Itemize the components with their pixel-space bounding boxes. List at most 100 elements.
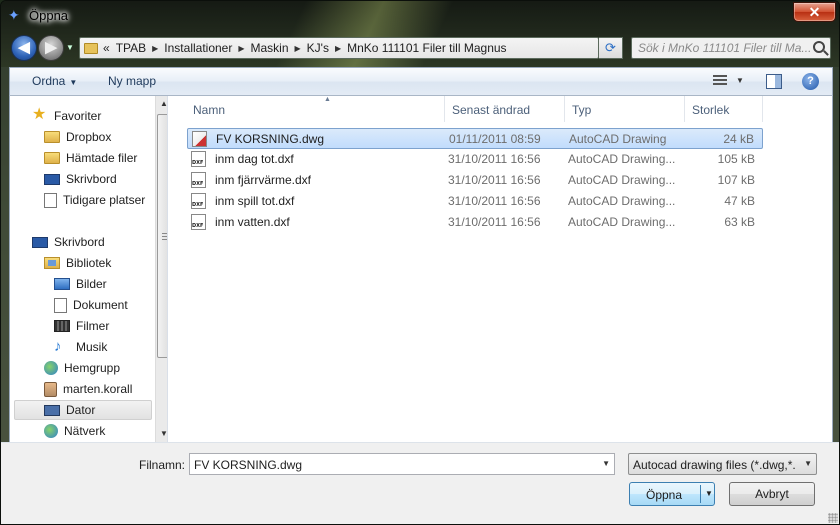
scroll-up-icon[interactable]: ▲ xyxy=(156,96,167,112)
column-header-modified[interactable]: Senast ändrad xyxy=(446,96,565,122)
navigation-pane: ★ Favoriter Dropbox Hämtade filer Skrivb… xyxy=(10,96,168,442)
column-header-size[interactable]: Storlek xyxy=(686,96,763,122)
videos-icon xyxy=(54,320,70,332)
nav-item-network[interactable]: Nätverk xyxy=(44,421,105,441)
resize-grip-icon[interactable] xyxy=(828,513,838,523)
file-type: AutoCAD Drawing... xyxy=(568,194,676,208)
nav-item-label: Favoriter xyxy=(54,109,102,123)
nav-item-label: Hemgrupp xyxy=(64,361,121,375)
file-type: AutoCAD Drawing... xyxy=(568,152,676,166)
nav-item-pictures[interactable]: Bilder xyxy=(54,274,107,294)
column-header-label: Namn xyxy=(193,103,226,117)
nav-item-label: Skrivbord xyxy=(54,235,105,249)
content-area: ★ Favoriter Dropbox Hämtade filer Skrivb… xyxy=(9,96,833,442)
open-button[interactable]: Öppna ▼ xyxy=(629,482,715,506)
nav-item-desktop-favorite[interactable]: Skrivbord xyxy=(44,169,117,189)
chevron-down-icon[interactable]: ▼ xyxy=(602,459,610,468)
file-row[interactable]: inm spill tot.dxf 31/10/2011 16:56 AutoC… xyxy=(187,191,763,212)
organize-button[interactable]: Ordna ▼ xyxy=(32,74,77,88)
nav-item-label: marten.korall xyxy=(63,382,133,396)
breadcrumb-overflow[interactable]: « xyxy=(103,41,110,55)
nav-item-label: Dropbox xyxy=(66,130,112,144)
nav-item-user[interactable]: marten.korall xyxy=(44,379,132,399)
grip-icon xyxy=(162,233,167,240)
navigation-scrollbar[interactable]: ▲ ▼ xyxy=(155,96,167,442)
computer-icon xyxy=(44,404,60,416)
new-folder-button[interactable]: Ny mapp xyxy=(108,74,156,88)
column-header-type[interactable]: Typ xyxy=(566,96,685,122)
file-row[interactable]: inm dag tot.dxf 31/10/2011 16:56 AutoCAD… xyxy=(187,149,763,170)
file-row[interactable]: inm fjärrvärme.dxf 31/10/2011 16:56 Auto… xyxy=(187,170,763,191)
app-icon: ✦ xyxy=(8,7,20,23)
file-modified: 01/11/2011 08:59 xyxy=(449,132,541,146)
chevron-right-icon[interactable]: ▶ xyxy=(238,44,244,53)
user-icon xyxy=(44,381,57,397)
dwg-file-icon xyxy=(192,131,207,147)
recent-pages-dropdown-icon[interactable]: ▼ xyxy=(66,43,74,52)
music-icon: ♪ xyxy=(54,338,62,355)
scrollbar-thumb[interactable] xyxy=(157,114,167,358)
breadcrumb-tpab[interactable]: TPAB xyxy=(116,41,146,55)
filename-input[interactable]: FV KORSNING.dwg ▼ xyxy=(189,453,615,475)
refresh-icon[interactable]: ⟳ xyxy=(599,37,623,59)
nav-item-desktop[interactable]: Skrivbord xyxy=(32,232,105,252)
chevron-right-icon[interactable]: ▶ xyxy=(152,44,158,53)
nav-item-downloads[interactable]: Hämtade filer xyxy=(44,148,137,168)
file-row[interactable]: inm vatten.dxf 31/10/2011 16:56 AutoCAD … xyxy=(187,212,763,233)
column-header-name[interactable]: Namn ▲ xyxy=(187,96,445,122)
desktop-icon xyxy=(32,236,48,248)
star-icon: ★ xyxy=(32,106,47,123)
breadcrumb-installationer[interactable]: Installationer xyxy=(164,41,232,55)
file-row[interactable]: FV KORSNING.dwg 01/11/2011 08:59 AutoCAD… xyxy=(187,128,763,149)
nav-item-label: Filmer xyxy=(76,319,110,333)
nav-item-label: Skrivbord xyxy=(66,172,117,186)
file-modified: 31/10/2011 16:56 xyxy=(448,152,541,166)
nav-item-label: Tidigare platser xyxy=(63,193,146,207)
open-options-dropdown-icon[interactable]: ▼ xyxy=(705,489,713,498)
file-size: 107 kB xyxy=(717,173,755,187)
nav-item-videos[interactable]: Filmer xyxy=(54,316,109,336)
breadcrumb-maskin[interactable]: Maskin xyxy=(251,41,289,55)
nav-item-recent-places[interactable]: Tidigare platser xyxy=(44,190,145,210)
close-button[interactable]: ✕ xyxy=(793,2,836,22)
file-size: 105 kB xyxy=(717,152,755,166)
nav-item-favorites[interactable]: ★ Favoriter xyxy=(32,106,101,126)
file-name: inm fjärrvärme.dxf xyxy=(215,173,312,187)
desktop-icon xyxy=(44,173,60,185)
nav-item-homegroup[interactable]: Hemgrupp xyxy=(44,358,120,378)
chevron-right-icon[interactable]: ▶ xyxy=(335,44,341,53)
file-type-filter-select[interactable]: Autocad drawing files (*.dwg,*. ▼ xyxy=(628,453,817,475)
chevron-down-icon: ▼ xyxy=(804,459,812,468)
pictures-icon xyxy=(54,278,70,290)
preview-pane-icon[interactable] xyxy=(766,74,782,89)
nav-item-libraries[interactable]: Bibliotek xyxy=(44,253,111,273)
cancel-button[interactable]: Avbryt xyxy=(729,482,815,506)
nav-item-music[interactable]: ♪ Musik xyxy=(54,337,107,357)
dxf-file-icon xyxy=(191,193,206,209)
forward-button[interactable]: ▶ xyxy=(38,35,64,61)
sort-ascending-icon: ▲ xyxy=(324,96,331,103)
title-bar[interactable]: ✦ Öppna ✕ xyxy=(1,1,839,31)
search-icon[interactable] xyxy=(813,41,825,53)
view-details-icon[interactable] xyxy=(713,75,727,87)
scroll-down-icon[interactable]: ▼ xyxy=(156,426,167,442)
recent-places-icon xyxy=(44,192,57,208)
search-placeholder: Sök i MnKo 111101 Filer till Ma... xyxy=(638,41,812,55)
nav-item-documents[interactable]: Dokument xyxy=(54,295,128,315)
nav-item-dropbox[interactable]: Dropbox xyxy=(44,127,111,147)
chevron-down-icon: ▼ xyxy=(69,78,78,87)
help-icon[interactable]: ? xyxy=(802,73,819,90)
chevron-right-icon[interactable]: ▶ xyxy=(295,44,301,53)
filename-value: FV KORSNING.dwg xyxy=(194,458,303,472)
address-bar[interactable]: « TPAB ▶ Installationer ▶ Maskin ▶ KJ's … xyxy=(79,37,599,59)
breadcrumb-kjs[interactable]: KJ's xyxy=(307,41,329,55)
nav-item-computer[interactable]: Dator xyxy=(14,400,152,420)
back-button[interactable]: ◀ xyxy=(11,35,37,61)
breadcrumb-current-folder[interactable]: MnKo 111101 Filer till Magnus xyxy=(347,41,506,55)
search-input[interactable]: Sök i MnKo 111101 Filer till Ma... xyxy=(631,37,831,59)
organize-label: Ordna xyxy=(32,74,66,88)
file-name: FV KORSNING.dwg xyxy=(216,132,325,146)
split-divider xyxy=(700,485,701,503)
file-type-filter-value: Autocad drawing files (*.dwg,*. xyxy=(633,458,796,472)
view-options-dropdown-icon[interactable]: ▼ xyxy=(736,76,744,85)
